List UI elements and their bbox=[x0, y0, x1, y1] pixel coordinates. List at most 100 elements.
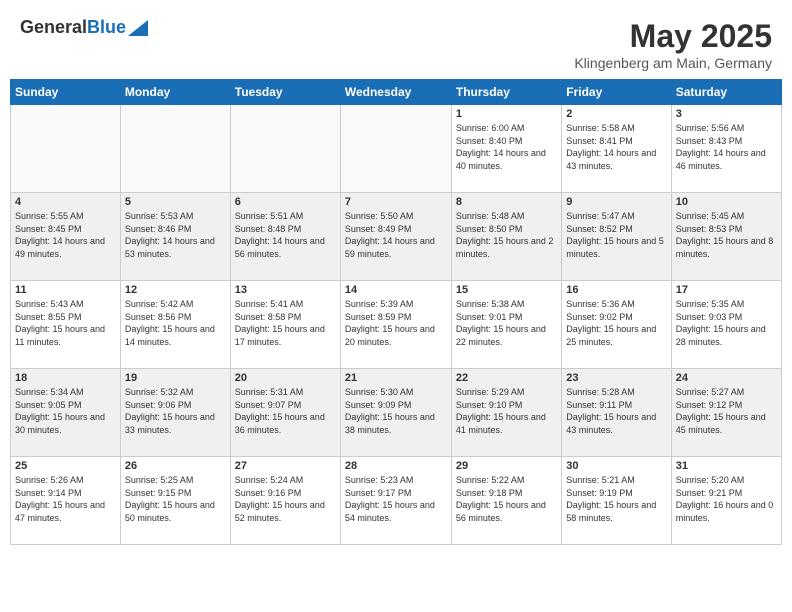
logo-icon bbox=[128, 18, 148, 38]
day-number: 19 bbox=[125, 372, 226, 384]
calendar-day-cell bbox=[230, 105, 340, 193]
day-info: Sunrise: 5:55 AM Sunset: 8:45 PM Dayligh… bbox=[15, 210, 116, 260]
day-number: 16 bbox=[566, 284, 666, 296]
day-number: 18 bbox=[15, 372, 116, 384]
day-number: 1 bbox=[456, 108, 557, 120]
page-header: GeneralBlue May 2025 Klingenberg am Main… bbox=[10, 10, 782, 75]
day-info: Sunrise: 5:47 AM Sunset: 8:52 PM Dayligh… bbox=[566, 210, 666, 260]
day-info: Sunrise: 5:58 AM Sunset: 8:41 PM Dayligh… bbox=[566, 122, 666, 172]
day-info: Sunrise: 5:28 AM Sunset: 9:11 PM Dayligh… bbox=[566, 386, 666, 436]
day-info: Sunrise: 5:53 AM Sunset: 8:46 PM Dayligh… bbox=[125, 210, 226, 260]
calendar-day-cell: 29 Sunrise: 5:22 AM Sunset: 9:18 PM Dayli… bbox=[451, 457, 561, 545]
day-number: 7 bbox=[345, 196, 447, 208]
calendar-day-cell: 27 Sunrise: 5:24 AM Sunset: 9:16 PM Dayli… bbox=[230, 457, 340, 545]
day-info: Sunrise: 5:24 AM Sunset: 9:16 PM Dayligh… bbox=[235, 474, 336, 524]
day-number: 20 bbox=[235, 372, 336, 384]
day-info: Sunrise: 5:34 AM Sunset: 9:05 PM Dayligh… bbox=[15, 386, 116, 436]
calendar-day-cell: 21Sunrise: 5:30 AM Sunset: 9:09 PM Dayli… bbox=[340, 369, 451, 457]
day-number: 8 bbox=[456, 196, 557, 208]
day-info: Sunrise: 5:22 AM Sunset: 9:18 PM Dayligh… bbox=[456, 474, 557, 524]
weekday-header-sunday: Sunday bbox=[11, 80, 121, 105]
logo-general: GeneralBlue bbox=[20, 18, 126, 38]
day-number: 9 bbox=[566, 196, 666, 208]
calendar-day-cell: 18 Sunrise: 5:34 AM Sunset: 9:05 PM Dayli… bbox=[11, 369, 121, 457]
day-info: Sunrise: 5:30 AM Sunset: 9:09 PM Dayligh… bbox=[345, 386, 447, 436]
day-number: 3 bbox=[676, 108, 777, 120]
day-number: 24 bbox=[676, 372, 777, 384]
calendar-day-cell: 8 Sunrise: 5:48 AM Sunset: 8:50 PM Daylig… bbox=[451, 193, 561, 281]
day-info: Sunrise: 5:45 AM Sunset: 8:53 PM Dayligh… bbox=[676, 210, 777, 260]
calendar-day-cell: 30 Sunrise: 5:21 AM Sunset: 9:19 PM Dayli… bbox=[562, 457, 671, 545]
calendar-day-cell: 7 Sunrise: 5:50 AM Sunset: 8:49 PM Daylig… bbox=[340, 193, 451, 281]
calendar-day-cell: 1 Sunrise: 6:00 AM Sunset: 8:40 PM Daylig… bbox=[451, 105, 561, 193]
day-number: 26 bbox=[125, 460, 226, 472]
calendar-week-row: 1 Sunrise: 6:00 AM Sunset: 8:40 PM Daylig… bbox=[11, 105, 782, 193]
calendar-day-cell: 20 Sunrise: 5:31 AM Sunset: 9:07 PM Dayli… bbox=[230, 369, 340, 457]
day-number: 14 bbox=[345, 284, 447, 296]
location: Klingenberg am Main, Germany bbox=[574, 55, 772, 71]
weekday-header-row: SundayMondayTuesdayWednesdayThursdayFrid… bbox=[11, 80, 782, 105]
calendar-day-cell: 9 Sunrise: 5:47 AM Sunset: 8:52 PM Daylig… bbox=[562, 193, 671, 281]
day-number: 15 bbox=[456, 284, 557, 296]
day-number: 13 bbox=[235, 284, 336, 296]
day-info: Sunrise: 5:36 AM Sunset: 9:02 PM Dayligh… bbox=[566, 298, 666, 348]
day-number: 10 bbox=[676, 196, 777, 208]
day-number: 27 bbox=[235, 460, 336, 472]
day-number: 11 bbox=[15, 284, 116, 296]
day-number: 23 bbox=[566, 372, 666, 384]
calendar-day-cell: 31Sunrise: 5:20 AM Sunset: 9:21 PM Dayli… bbox=[671, 457, 781, 545]
day-info: Sunrise: 5:21 AM Sunset: 9:19 PM Dayligh… bbox=[566, 474, 666, 524]
calendar-day-cell: 17 Sunrise: 5:35 AM Sunset: 9:03 PM Dayli… bbox=[671, 281, 781, 369]
day-info: Sunrise: 5:27 AM Sunset: 9:12 PM Dayligh… bbox=[676, 386, 777, 436]
day-info: Sunrise: 5:48 AM Sunset: 8:50 PM Dayligh… bbox=[456, 210, 557, 260]
day-info: Sunrise: 5:32 AM Sunset: 9:06 PM Dayligh… bbox=[125, 386, 226, 436]
day-info: Sunrise: 5:42 AM Sunset: 8:56 PM Dayligh… bbox=[125, 298, 226, 348]
weekday-header-friday: Friday bbox=[562, 80, 671, 105]
day-info: Sunrise: 5:23 AM Sunset: 9:17 PM Dayligh… bbox=[345, 474, 447, 524]
calendar-day-cell: 16 Sunrise: 5:36 AM Sunset: 9:02 PM Dayli… bbox=[562, 281, 671, 369]
day-number: 4 bbox=[15, 196, 116, 208]
weekday-header-saturday: Saturday bbox=[671, 80, 781, 105]
day-info: Sunrise: 5:25 AM Sunset: 9:15 PM Dayligh… bbox=[125, 474, 226, 524]
day-number: 5 bbox=[125, 196, 226, 208]
calendar-day-cell: 14Sunrise: 5:39 AM Sunset: 8:59 PM Dayli… bbox=[340, 281, 451, 369]
day-info: Sunrise: 5:31 AM Sunset: 9:07 PM Dayligh… bbox=[235, 386, 336, 436]
calendar-week-row: 11Sunrise: 5:43 AM Sunset: 8:55 PM Dayli… bbox=[11, 281, 782, 369]
calendar-day-cell: 13Sunrise: 5:41 AM Sunset: 8:58 PM Dayli… bbox=[230, 281, 340, 369]
day-info: Sunrise: 6:00 AM Sunset: 8:40 PM Dayligh… bbox=[456, 122, 557, 172]
day-number: 12 bbox=[125, 284, 226, 296]
calendar-day-cell: 4 Sunrise: 5:55 AM Sunset: 8:45 PM Daylig… bbox=[11, 193, 121, 281]
day-info: Sunrise: 5:20 AM Sunset: 9:21 PM Dayligh… bbox=[676, 474, 777, 524]
calendar-day-cell: 3Sunrise: 5:56 AM Sunset: 8:43 PM Daylig… bbox=[671, 105, 781, 193]
calendar-day-cell: 2Sunrise: 5:58 AM Sunset: 8:41 PM Daylig… bbox=[562, 105, 671, 193]
day-number: 6 bbox=[235, 196, 336, 208]
calendar-day-cell: 25Sunrise: 5:26 AM Sunset: 9:14 PM Dayli… bbox=[11, 457, 121, 545]
day-info: Sunrise: 5:51 AM Sunset: 8:48 PM Dayligh… bbox=[235, 210, 336, 260]
calendar-day-cell bbox=[120, 105, 230, 193]
day-number: 28 bbox=[345, 460, 447, 472]
weekday-header-monday: Monday bbox=[120, 80, 230, 105]
calendar-table: SundayMondayTuesdayWednesdayThursdayFrid… bbox=[10, 79, 782, 545]
day-number: 22 bbox=[456, 372, 557, 384]
day-number: 30 bbox=[566, 460, 666, 472]
calendar-day-cell: 10 Sunrise: 5:45 AM Sunset: 8:53 PM Dayli… bbox=[671, 193, 781, 281]
title-area: May 2025 Klingenberg am Main, Germany bbox=[574, 18, 772, 71]
logo: GeneralBlue bbox=[20, 18, 148, 38]
day-info: Sunrise: 5:26 AM Sunset: 9:14 PM Dayligh… bbox=[15, 474, 116, 524]
weekday-header-wednesday: Wednesday bbox=[340, 80, 451, 105]
day-number: 17 bbox=[676, 284, 777, 296]
calendar-day-cell bbox=[11, 105, 121, 193]
day-info: Sunrise: 5:50 AM Sunset: 8:49 PM Dayligh… bbox=[345, 210, 447, 260]
calendar-day-cell: 6 Sunrise: 5:51 AM Sunset: 8:48 PM Daylig… bbox=[230, 193, 340, 281]
calendar-day-cell: 19 Sunrise: 5:32 AM Sunset: 9:06 PM Dayli… bbox=[120, 369, 230, 457]
calendar-day-cell: 5 Sunrise: 5:53 AM Sunset: 8:46 PM Daylig… bbox=[120, 193, 230, 281]
calendar-day-cell: 11Sunrise: 5:43 AM Sunset: 8:55 PM Dayli… bbox=[11, 281, 121, 369]
calendar-week-row: 25Sunrise: 5:26 AM Sunset: 9:14 PM Dayli… bbox=[11, 457, 782, 545]
month-title: May 2025 bbox=[574, 18, 772, 55]
day-info: Sunrise: 5:35 AM Sunset: 9:03 PM Dayligh… bbox=[676, 298, 777, 348]
calendar-day-cell: 12 Sunrise: 5:42 AM Sunset: 8:56 PM Dayli… bbox=[120, 281, 230, 369]
day-number: 29 bbox=[456, 460, 557, 472]
calendar-day-cell: 26 Sunrise: 5:25 AM Sunset: 9:15 PM Dayli… bbox=[120, 457, 230, 545]
calendar-day-cell bbox=[340, 105, 451, 193]
weekday-header-tuesday: Tuesday bbox=[230, 80, 340, 105]
